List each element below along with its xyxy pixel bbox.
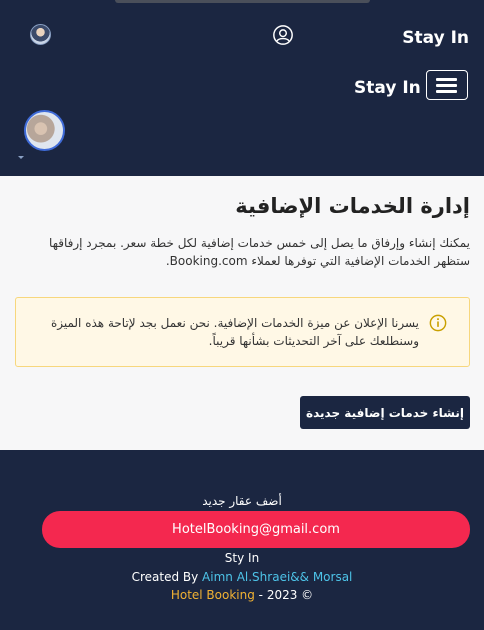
caret-down-icon[interactable] — [18, 156, 24, 159]
brand-logo[interactable]: Stay In — [402, 28, 469, 48]
footer-copyright: Hotel Booking - 2023 © — [0, 588, 484, 602]
hamburger-line — [436, 84, 457, 87]
brand-logo-secondary[interactable]: Stay In — [354, 78, 421, 98]
footer-site-name: Sty In — [224, 551, 260, 565]
add-property-link[interactable]: أضف عقار جديد — [0, 494, 484, 508]
alert-text: يسرنا الإعلان عن ميزة الخدمات الإضافية. … — [50, 316, 419, 348]
email-button[interactable]: HotelBooking@gmail.com — [42, 511, 470, 548]
copyright-text: - 2023 © — [254, 588, 314, 602]
create-extra-services-button[interactable]: إنشاء خدمات إضافية جديدة — [300, 396, 470, 429]
page-title: إدارة الخدمات الإضافية — [235, 194, 470, 218]
copyright-brand-link[interactable]: Hotel Booking — [171, 588, 255, 602]
hamburger-menu-icon — [436, 78, 457, 81]
user-avatar-small[interactable] — [30, 24, 51, 45]
footer-credits: Created By Aimn Al.Shraei&& Morsal — [0, 570, 484, 584]
hamburger-line — [436, 90, 457, 93]
announcement-alert: يسرنا الإعلان عن ميزة الخدمات الإضافية. … — [15, 297, 470, 367]
page-description: يمكنك إنشاء وإرفاق ما يصل إلى خمس خدمات … — [49, 236, 470, 268]
credits-prefix: Created By — [131, 570, 203, 584]
top-navbar: Stay In — [0, 0, 484, 60]
credits-names-link[interactable]: Aimn Al.Shraei&& Morsal — [202, 570, 352, 584]
user-circle-icon[interactable] — [272, 24, 294, 46]
profile-avatar[interactable] — [24, 110, 65, 151]
hamburger-menu-button[interactable] — [426, 70, 468, 100]
info-icon — [429, 314, 447, 332]
